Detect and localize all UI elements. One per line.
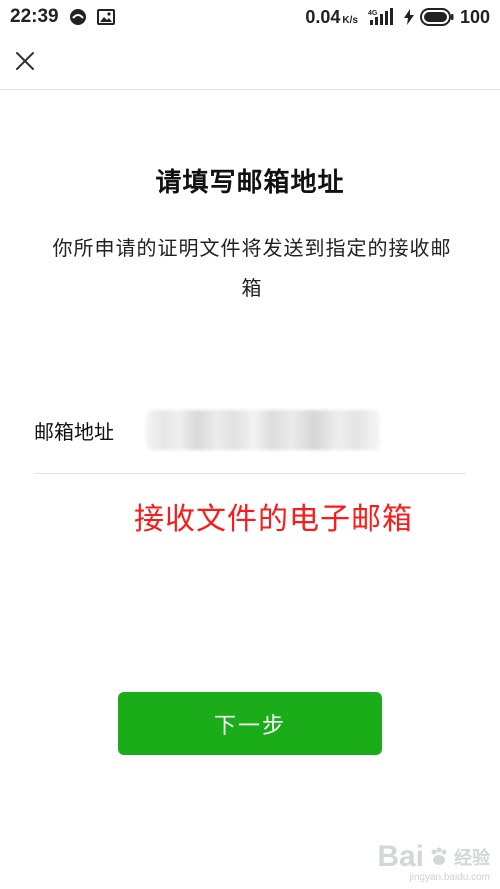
page-title: 请填写邮箱地址 [155, 168, 345, 198]
network-speed: 0.04 K/s [305, 7, 358, 28]
status-time: 22:39 [10, 6, 59, 27]
email-label: 邮箱地址 [34, 420, 114, 444]
watermark-sub-text: jingyan.baidu.com [409, 872, 490, 883]
notification-circle-icon [69, 8, 87, 26]
watermark-logo: Bai 经验 [377, 840, 490, 874]
charging-bolt-icon [403, 9, 414, 25]
status-bar-right: 0.04 K/s 4G 100 [305, 7, 490, 28]
paw-icon [431, 847, 447, 865]
close-icon [16, 52, 34, 70]
image-notification-icon [96, 9, 115, 25]
email-row: 邮箱地址 [34, 400, 466, 474]
next-button[interactable]: 下一步 [118, 692, 382, 755]
status-bar-left: 22:39 [10, 6, 115, 28]
network-speed-unit: K/s [342, 14, 358, 26]
top-bar [0, 34, 500, 90]
page-description: 你所申请的证明文件将发送到指定的接收邮箱 [52, 236, 452, 300]
network-type-label: 4G [368, 10, 378, 17]
battery-indicator: 100 [403, 6, 490, 28]
watermark-logo-suffix: 经验 [454, 848, 490, 868]
baidu-jingyan-watermark: Bai 经验 jingyan.baidu.com [377, 840, 490, 883]
close-button[interactable] [10, 46, 40, 76]
status-bar: 22:39 0.04 K/s 4G 100 [0, 0, 500, 34]
battery-level: 100 [459, 6, 490, 27]
network-speed-value: 0.04 [305, 6, 341, 27]
signal-4g-icon: 4G [368, 8, 394, 26]
email-input[interactable] [146, 412, 382, 448]
watermark-logo-text: Bai [377, 840, 424, 873]
annotation-text: 接收文件的电子邮箱 [134, 502, 413, 537]
battery-icon [419, 8, 454, 26]
